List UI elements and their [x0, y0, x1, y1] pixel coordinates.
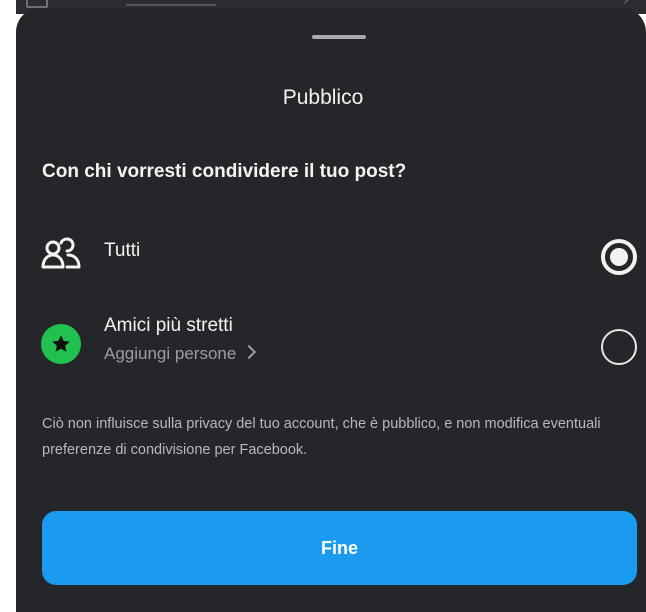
privacy-disclaimer: Ciò non influisce sulla privacy del tuo … — [42, 416, 601, 458]
done-button[interactable]: Fine — [42, 511, 637, 585]
add-people-label: Aggiungi persone — [104, 344, 237, 363]
background-text — [126, 0, 216, 6]
background-chevron-icon — [617, 0, 633, 5]
star-icon — [41, 324, 81, 364]
option-everyone[interactable]: Tutti — [16, 220, 646, 284]
chevron-right-icon — [242, 344, 257, 360]
sheet-title: Pubblico — [282, 86, 364, 109]
drag-handle[interactable] — [312, 35, 366, 39]
option-close-friends[interactable]: Amici più stretti Aggiungi persone — [16, 310, 646, 386]
add-people-link[interactable]: Aggiungi persone — [104, 344, 257, 364]
option-everyone-label: Tutti — [104, 240, 141, 261]
background-icon — [26, 0, 48, 8]
option-close-friends-label: Amici più stretti — [104, 315, 233, 336]
audience-question: Con chi vorresti condividere il tuo post… — [42, 161, 407, 182]
people-icon — [41, 237, 81, 271]
radio-dot — [610, 248, 628, 266]
radio-everyone-selected[interactable] — [601, 239, 637, 275]
audience-bottom-sheet: Pubblico Con chi vorresti condividere il… — [16, 8, 646, 612]
radio-close-friends[interactable] — [601, 329, 637, 365]
